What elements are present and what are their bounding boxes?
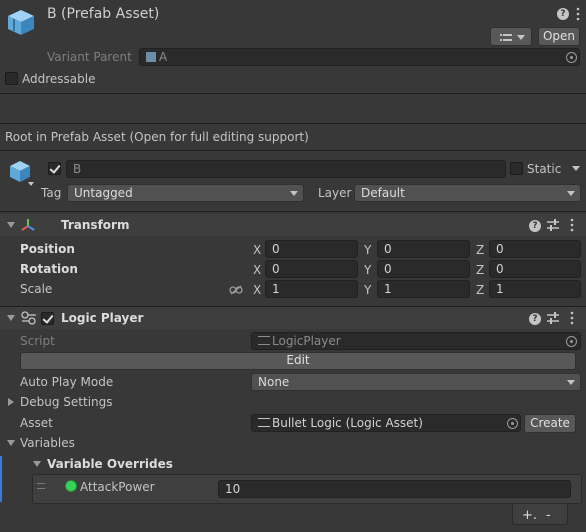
divider xyxy=(0,211,586,212)
rotation-x-field[interactable]: 0 xyxy=(265,260,358,278)
gameobject-prefab-icon[interactable] xyxy=(8,160,34,186)
rotation-y-field[interactable]: 0 xyxy=(377,260,470,278)
scale-y-field[interactable]: 1 xyxy=(377,280,470,298)
foldout-arrow-icon[interactable] xyxy=(8,398,14,406)
static-checkbox[interactable] xyxy=(510,162,523,175)
foldout-arrow-icon[interactable] xyxy=(33,461,41,467)
foldout-arrow-icon[interactable] xyxy=(7,440,15,446)
open-button[interactable]: Open xyxy=(538,27,580,46)
foldout-arrow-icon[interactable] xyxy=(7,222,15,228)
override-variable-name: AttackPower xyxy=(80,480,155,494)
inspector-title: B (Prefab Asset) xyxy=(47,6,160,22)
axis-x-label[interactable]: X xyxy=(253,243,261,257)
constrain-proportions-icon[interactable] xyxy=(229,284,243,295)
tag-label: Tag xyxy=(41,186,62,200)
layer-label: Layer xyxy=(318,186,352,200)
position-z-field[interactable]: 0 xyxy=(489,240,581,258)
scale-x-field[interactable]: 1 xyxy=(265,280,358,298)
divider xyxy=(0,123,586,124)
foldout-arrow-icon[interactable] xyxy=(7,315,15,321)
tag-dropdown[interactable]: Untagged xyxy=(67,184,304,202)
logic-player-title: Logic Player xyxy=(61,311,144,325)
transform-title: Transform xyxy=(61,218,130,232)
create-button[interactable]: Create xyxy=(524,414,576,433)
divider xyxy=(0,93,586,94)
kebab-menu-icon[interactable] xyxy=(570,311,574,325)
axis-z-label[interactable]: Z xyxy=(476,283,484,297)
auto-play-mode-label: Auto Play Mode xyxy=(20,375,114,389)
scale-label: Scale xyxy=(20,282,53,296)
static-dropdown-arrow[interactable] xyxy=(572,166,580,171)
chevron-down-icon xyxy=(290,191,298,196)
static-label: Static xyxy=(527,162,562,176)
kebab-menu-icon[interactable] xyxy=(570,218,574,232)
add-element-button[interactable]: +. xyxy=(522,509,537,522)
position-label: Position xyxy=(20,242,75,256)
gameobject-name-field[interactable]: B xyxy=(66,160,506,178)
remove-element-button[interactable]: - xyxy=(546,509,551,522)
overrides-dropdown[interactable] xyxy=(490,27,532,46)
axis-z-label[interactable]: Z xyxy=(476,243,484,257)
script-label: Script xyxy=(20,334,55,348)
active-checkbox[interactable] xyxy=(48,162,61,175)
prefab-small-icon xyxy=(146,52,156,62)
variable-overrides-foldout[interactable]: Variable Overrides xyxy=(47,458,173,470)
list-footer xyxy=(512,504,568,525)
chevron-down-icon xyxy=(567,380,575,385)
axis-z-label[interactable]: Z xyxy=(476,263,484,277)
script-icon xyxy=(21,311,37,325)
presets-icon[interactable] xyxy=(547,312,559,324)
override-indicator xyxy=(0,456,2,502)
axis-y-label[interactable]: Y xyxy=(364,283,371,297)
green-status-icon xyxy=(65,480,77,492)
auto-play-mode-dropdown[interactable]: None xyxy=(251,373,581,391)
layer-dropdown[interactable]: Default xyxy=(354,184,581,202)
divider xyxy=(0,150,586,151)
variables-foldout[interactable]: Variables xyxy=(20,437,75,449)
axis-x-label[interactable]: X xyxy=(253,263,261,277)
kebab-menu-icon[interactable] xyxy=(576,7,580,21)
drag-handle-icon[interactable] xyxy=(37,483,45,489)
help-icon[interactable]: ? xyxy=(529,220,541,232)
rotation-label: Rotation xyxy=(20,262,78,276)
list-icon xyxy=(500,31,512,47)
variant-parent-field[interactable]: A xyxy=(139,48,580,66)
position-x-field[interactable]: 0 xyxy=(265,240,358,258)
presets-icon[interactable] xyxy=(547,219,559,231)
chevron-down-icon xyxy=(517,35,525,40)
transform-axes-icon xyxy=(20,217,36,233)
override-value-field[interactable]: 10 xyxy=(218,480,571,498)
script-small-icon xyxy=(258,336,270,345)
prefab-notice: Root in Prefab Asset (Open for full edit… xyxy=(5,130,309,144)
script-field[interactable]: LogicPlayer xyxy=(251,332,581,350)
object-picker-icon[interactable] xyxy=(507,418,518,429)
edit-button[interactable]: Edit xyxy=(20,352,576,370)
component-enabled-checkbox[interactable] xyxy=(41,312,54,325)
object-picker-icon[interactable] xyxy=(566,52,577,63)
addressable-label: Addressable xyxy=(22,72,96,86)
variant-parent-label: Variant Parent xyxy=(47,50,132,64)
header-prefab-icon xyxy=(6,8,36,36)
asset-label: Asset xyxy=(20,416,53,430)
object-picker-icon[interactable] xyxy=(566,336,577,347)
addressable-checkbox[interactable] xyxy=(5,72,18,85)
chevron-down-icon xyxy=(567,191,575,196)
help-icon[interactable]: ? xyxy=(529,313,541,325)
debug-settings-foldout[interactable]: Debug Settings xyxy=(20,396,113,408)
asset-field[interactable]: Bullet Logic (Logic Asset) xyxy=(251,414,521,432)
position-y-field[interactable]: 0 xyxy=(377,240,470,258)
axis-y-label[interactable]: Y xyxy=(364,243,371,257)
logic-asset-icon xyxy=(258,418,270,427)
scale-z-field[interactable]: 1 xyxy=(489,280,581,298)
help-icon[interactable]: ? xyxy=(557,8,569,20)
axis-y-label[interactable]: Y xyxy=(364,263,371,277)
rotation-z-field[interactable]: 0 xyxy=(489,260,581,278)
axis-x-label[interactable]: X xyxy=(253,283,261,297)
